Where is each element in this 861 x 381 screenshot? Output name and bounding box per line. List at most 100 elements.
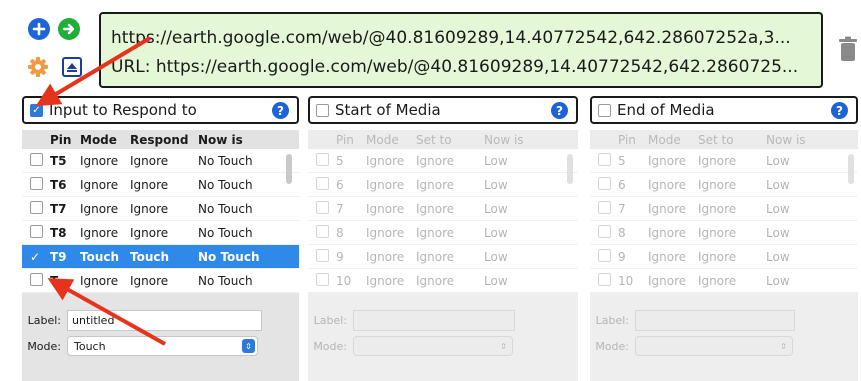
mode-cell: Ignore — [648, 225, 687, 240]
mode-cell: Ignore — [80, 273, 119, 288]
mode-cell: Ignore — [366, 153, 405, 168]
row-checkbox — [316, 200, 329, 214]
plus-icon[interactable] — [28, 18, 50, 40]
table-row[interactable]: T Ignore Ignore No Touch — [22, 269, 299, 293]
column-header[interactable]: Now is — [484, 133, 578, 147]
row-checkbox — [316, 176, 329, 190]
row-check-mark[interactable]: ✓ — [30, 250, 40, 264]
table-row: 5 Ignore Ignore Low — [590, 149, 858, 173]
url-line-2: URL: https://earth.google.com/web/@40.81… — [111, 57, 799, 77]
table-header: Pin Mode Respond Now is — [22, 130, 299, 149]
start-enable-checkbox[interactable] — [316, 103, 329, 117]
mode-cell: Ignore — [80, 153, 119, 168]
gear-icon[interactable] — [27, 56, 49, 78]
column-header[interactable]: Mode — [648, 133, 698, 147]
input-panel-header[interactable]: ✓ Input to Respond to ? — [22, 96, 299, 124]
chevron-updown-icon[interactable]: ⇕ — [242, 339, 255, 353]
column-header[interactable]: Mode — [80, 133, 130, 147]
help-icon[interactable]: ? — [551, 102, 568, 119]
end-panel-header[interactable]: End of Media ? — [590, 96, 858, 124]
pin-cell: 8 — [336, 225, 344, 240]
row-checkbox — [316, 152, 329, 166]
table-row: 7 Ignore Ignore Low — [308, 197, 578, 221]
pin-cell: T8 — [50, 225, 67, 240]
mode-cell: Ignore — [648, 153, 687, 168]
respond-cell: Ignore — [130, 273, 169, 288]
mode-select: ⇕ — [635, 336, 793, 356]
set-cell: Ignore — [416, 249, 455, 264]
column-header[interactable]: Set to — [698, 133, 766, 147]
mode-cell: Ignore — [80, 201, 119, 216]
respond-cell: Ignore — [130, 177, 169, 192]
table-row[interactable]: T7 Ignore Ignore No Touch — [22, 197, 299, 221]
row-checkbox — [316, 272, 329, 286]
table-row-selected[interactable]: ✓ T9 Touch Touch No Touch — [22, 245, 299, 269]
scrollbar — [567, 154, 573, 184]
set-cell: Ignore — [416, 177, 455, 192]
respond-cell: Ignore — [130, 153, 169, 168]
scrollbar[interactable] — [286, 154, 292, 184]
present-icon[interactable] — [62, 57, 82, 77]
mode-cell: Ignore — [648, 273, 687, 288]
row-checkbox[interactable] — [30, 272, 43, 286]
input-footer: Label: untitled Mode: Touch ⇕ — [22, 293, 299, 381]
end-panel-title: End of Media — [617, 101, 715, 119]
row-checkbox — [316, 248, 329, 262]
now-cell: No Touch — [198, 201, 253, 216]
help-icon[interactable]: ? — [831, 102, 848, 119]
set-cell: Ignore — [698, 177, 737, 192]
pin-cell: T7 — [50, 201, 67, 216]
table-row: 8 Ignore Ignore Low — [308, 221, 578, 245]
pin-cell: 10 — [618, 273, 634, 288]
column-header[interactable]: Now is — [198, 133, 299, 147]
table-row[interactable]: T6 Ignore Ignore No Touch — [22, 173, 299, 197]
end-table: Pin Mode Set to Now is 5 Ignore Ignore L… — [590, 130, 858, 293]
mode-caption: Mode: — [27, 339, 61, 353]
set-cell: Ignore — [416, 201, 455, 216]
set-cell: Ignore — [416, 273, 455, 288]
column-header[interactable]: Respond — [130, 133, 198, 147]
column-header[interactable]: Now is — [766, 133, 858, 147]
arrow-right-icon[interactable] — [58, 18, 80, 40]
table-row[interactable]: T8 Ignore Ignore No Touch — [22, 221, 299, 245]
mode-select[interactable]: Touch ⇕ — [67, 336, 258, 356]
label-caption: Label: — [27, 314, 61, 327]
label-field[interactable]: untitled — [67, 310, 262, 331]
mode-cell: Ignore — [648, 249, 687, 264]
table-row: 6 Ignore Ignore Low — [308, 173, 578, 197]
url-line-1: https://earth.google.com/web/@40.8160928… — [111, 28, 791, 48]
now-cell: Low — [484, 177, 508, 192]
pin-cell: 9 — [618, 249, 626, 264]
row-checkbox — [598, 176, 611, 190]
trash-icon[interactable] — [838, 36, 858, 62]
set-cell: Ignore — [416, 153, 455, 168]
now-cell: Low — [484, 225, 508, 240]
column-header[interactable]: Pin — [336, 133, 366, 147]
mode-cell: Ignore — [648, 201, 687, 216]
row-checkbox[interactable] — [30, 176, 43, 190]
mode-select: ⇕ — [353, 336, 513, 356]
start-panel-header[interactable]: Start of Media ? — [308, 96, 578, 124]
end-footer: Label: Mode: ⇕ — [590, 293, 858, 381]
help-icon[interactable]: ? — [272, 102, 289, 119]
row-checkbox — [598, 224, 611, 238]
now-cell: Low — [484, 273, 508, 288]
input-enable-checkbox[interactable]: ✓ — [30, 103, 43, 117]
row-checkbox[interactable] — [30, 152, 43, 166]
row-checkbox[interactable] — [30, 224, 43, 238]
mode-cell: Ignore — [366, 249, 405, 264]
row-checkbox[interactable] — [30, 200, 43, 214]
set-cell: Ignore — [698, 249, 737, 264]
column-header[interactable]: Pin — [50, 133, 80, 147]
now-cell: No Touch — [198, 153, 253, 168]
now-cell: No Touch — [198, 225, 253, 240]
column-header[interactable]: Pin — [618, 133, 648, 147]
pin-cell: 5 — [618, 153, 626, 168]
column-header[interactable]: Mode — [366, 133, 416, 147]
pin-cell: 7 — [336, 201, 344, 216]
now-cell: Low — [766, 249, 790, 264]
end-enable-checkbox[interactable] — [598, 103, 611, 117]
table-row[interactable]: T5 Ignore Ignore No Touch — [22, 149, 299, 173]
chevron-updown-icon: ⇕ — [500, 341, 507, 351]
column-header[interactable]: Set to — [416, 133, 484, 147]
